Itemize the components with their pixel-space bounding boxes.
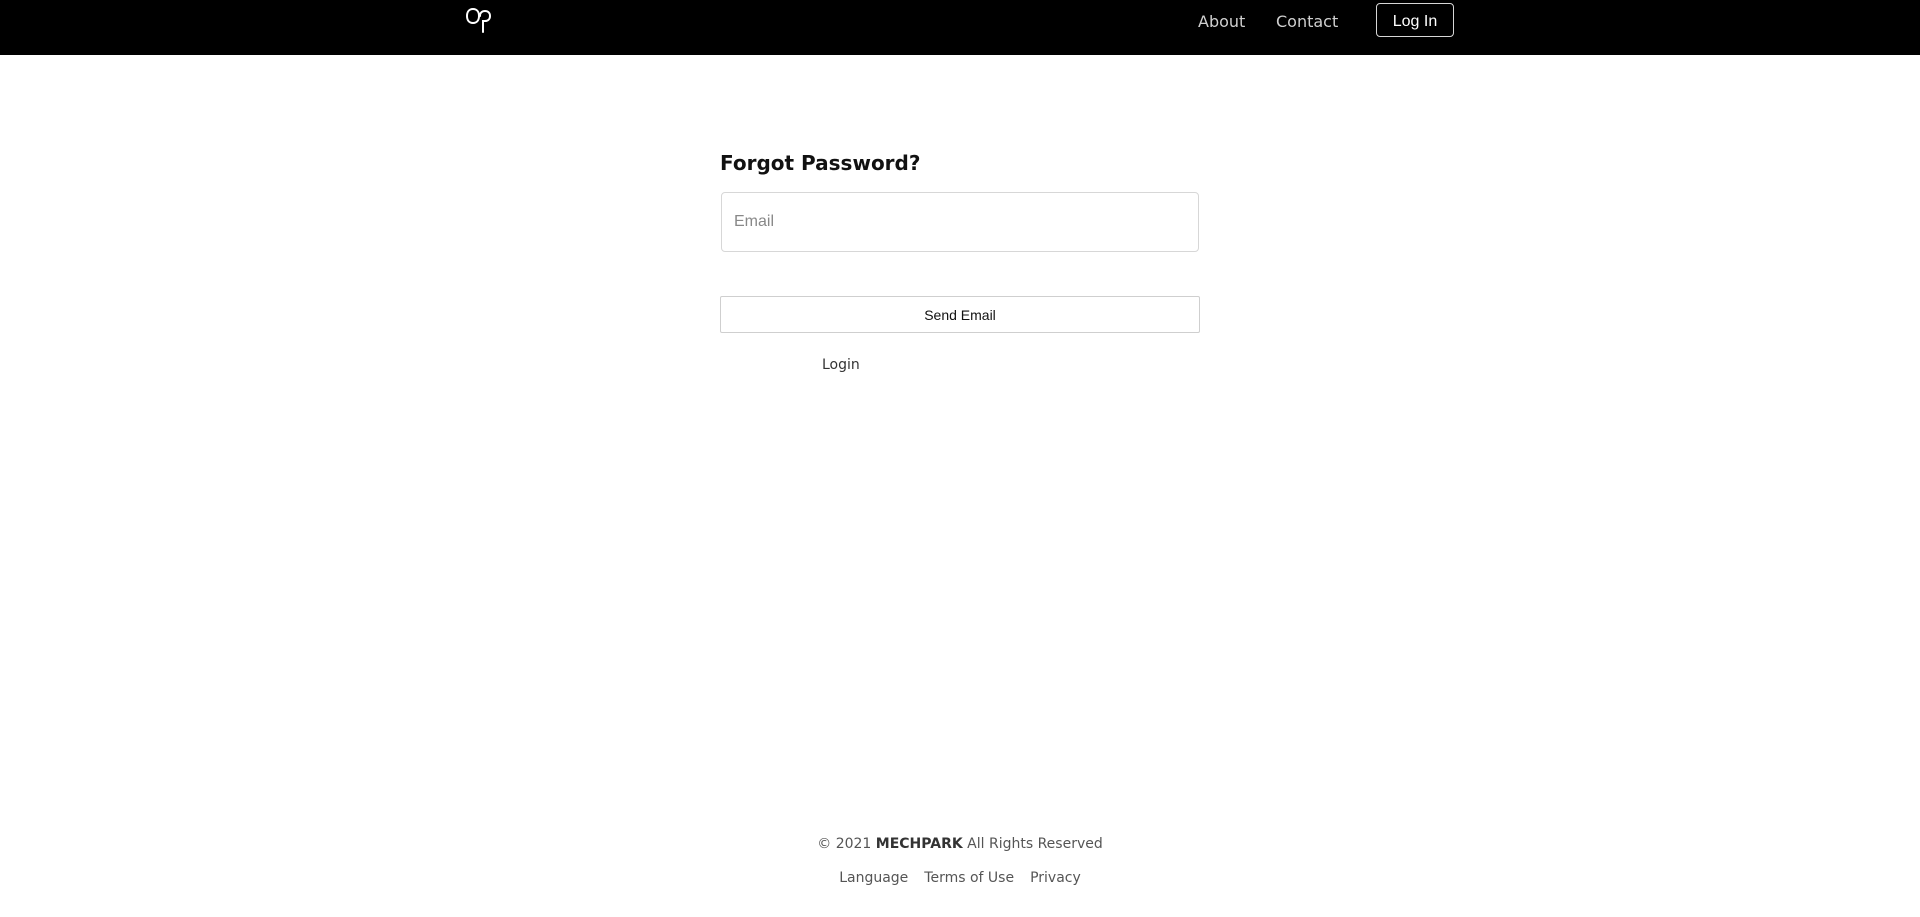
send-email-button[interactable]: Send Email — [720, 296, 1200, 333]
footer-link-privacy[interactable]: Privacy — [1030, 870, 1081, 886]
footer: © 2021 MECHPARK All Rights Reserved Lang… — [0, 836, 1920, 886]
copyright-suffix: All Rights Reserved — [962, 836, 1103, 852]
footer-link-language[interactable]: Language — [839, 870, 908, 886]
email-field[interactable] — [721, 192, 1199, 252]
top-navbar: About Contact Log In — [0, 0, 1920, 55]
copyright-prefix: © 2021 — [817, 836, 876, 852]
login-button[interactable]: Log In — [1376, 3, 1454, 37]
nav-contact-link[interactable]: Contact — [1276, 12, 1338, 32]
brand-name: MECHPARK — [875, 836, 963, 852]
login-link[interactable]: Login — [822, 357, 860, 373]
copyright: © 2021 MECHPARK All Rights Reserved — [0, 836, 1920, 852]
logo-icon[interactable] — [463, 6, 493, 36]
nav-about-link[interactable]: About — [1198, 12, 1245, 32]
footer-link-terms[interactable]: Terms of Use — [924, 870, 1014, 886]
footer-links: Language Terms of Use Privacy — [0, 870, 1920, 886]
forgot-password-form: Forgot Password? Send Email Login — [720, 150, 1200, 373]
page-title: Forgot Password? — [720, 151, 921, 175]
